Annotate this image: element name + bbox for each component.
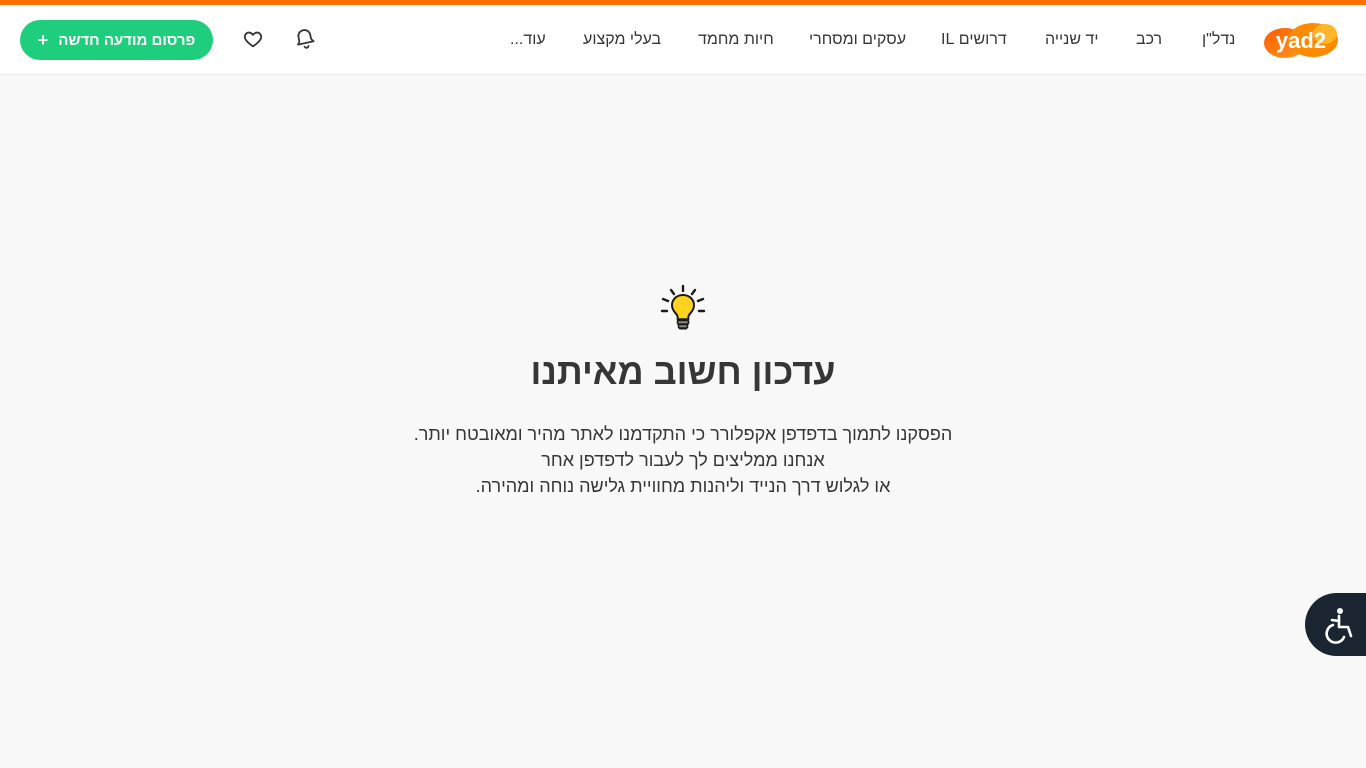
accessibility-button[interactable] xyxy=(1305,593,1366,656)
accessibility-icon xyxy=(1325,607,1353,644)
yad2-logo[interactable]: yad2 xyxy=(1263,20,1339,60)
nav-item-real-estate[interactable]: נדל"ן xyxy=(1202,29,1235,51)
nav-item-more[interactable]: עוד... xyxy=(510,29,546,51)
plus-icon: + xyxy=(37,30,49,50)
logo-text: yad2 xyxy=(1276,28,1326,53)
nav-item-professionals[interactable]: בעלי מקצוע xyxy=(583,29,661,51)
nav-item-business[interactable]: עסקים ומסחרי xyxy=(809,29,906,51)
nav-item-jobs[interactable]: דרושים IL xyxy=(941,29,1007,51)
message-line-3: או לגלוש דרך הנייד וליהנות מחוויית גלישה… xyxy=(475,476,891,496)
page-title: עדכון חשוב מאיתנו xyxy=(530,351,836,392)
message-line-2: אנחנו ממליצים לך לעבור לדפדפן אחר xyxy=(541,450,825,470)
post-button-label: פרסום מודעה חדשה xyxy=(58,31,196,49)
post-new-ad-button[interactable]: פרסום מודעה חדשה + xyxy=(20,20,213,60)
heart-icon[interactable] xyxy=(239,25,267,53)
message-line-1: הפסקנו לתמוך בדפדפן אקפלורר כי התקדמנו ל… xyxy=(413,424,953,444)
nav-item-second-hand[interactable]: יד שנייה xyxy=(1045,29,1099,51)
lightbulb-icon xyxy=(659,284,707,332)
nav-item-vehicles[interactable]: רכב xyxy=(1136,29,1162,51)
site-header: yad2 נדל"ן רכב יד שנייה דרושים IL עסקים … xyxy=(0,5,1366,75)
nav-item-pets[interactable]: חיות מחמד xyxy=(698,29,774,51)
bell-icon[interactable] xyxy=(291,25,319,53)
